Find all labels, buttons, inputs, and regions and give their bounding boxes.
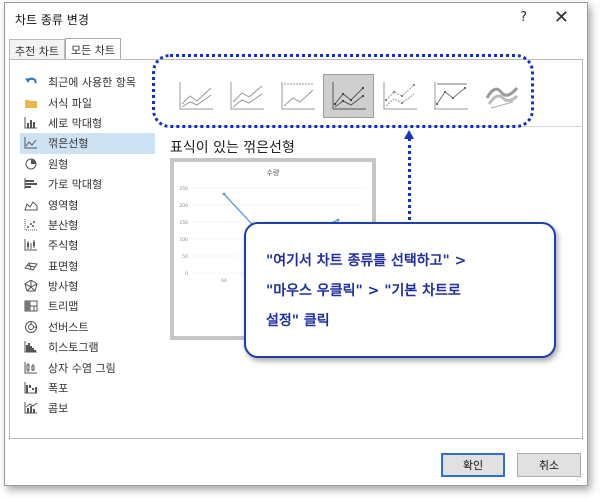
stock-chart-icon	[24, 239, 38, 251]
chart-type-treemap[interactable]: 트리맵	[20, 296, 155, 316]
help-button[interactable]: ?	[520, 10, 527, 25]
chart-type-radar[interactable]: 방사형	[20, 276, 155, 296]
cancel-button[interactable]: 취소	[517, 453, 581, 477]
preview-y-tick: 150	[179, 220, 188, 226]
chart-type-histogram[interactable]: 히스토그램	[20, 337, 155, 357]
folder-icon	[24, 97, 38, 109]
instruction-callout: "여기서 차트 종류를 선택하고" > "마우스 우클릭" > "기본 차트로 …	[244, 222, 556, 358]
pie-chart-icon	[24, 158, 38, 170]
chart-type-label: 상자 수염 그림	[48, 361, 116, 375]
preview-marker	[336, 218, 340, 222]
ok-button[interactable]: 확인	[441, 453, 505, 477]
chart-type-bar[interactable]: 가로 막대형	[20, 174, 155, 194]
waterfall-icon	[24, 382, 38, 394]
chart-type-label: 분산형	[48, 218, 79, 232]
chart-type-label: 원형	[48, 157, 69, 171]
combo-chart-icon	[24, 402, 38, 414]
chart-type-area[interactable]: 영역형	[20, 194, 155, 214]
chart-type-label: 선버스트	[48, 320, 89, 334]
bar-chart-icon	[24, 178, 38, 190]
callout-line: "마우스 우클릭" > "기본 차트로	[266, 283, 461, 299]
chart-type-box-whisker[interactable]: 상자 수염 그림	[20, 357, 155, 377]
chart-type-label: 콤보	[48, 402, 69, 416]
undo-icon	[24, 76, 38, 88]
chart-type-label: 영역형	[48, 198, 79, 212]
chart-type-label: 가로 막대형	[48, 178, 103, 192]
close-button[interactable]: ✕	[554, 7, 569, 28]
chart-type-label: 주식형	[48, 239, 79, 253]
preview-y-tick: 50	[182, 254, 188, 260]
chart-type-label: 방사형	[48, 280, 79, 294]
chart-type-label: 최근에 사용한 항목	[48, 76, 136, 90]
callout-line: 설정" 클릭	[266, 313, 330, 329]
tab-all-charts[interactable]: 모든 차트	[64, 38, 121, 60]
chart-type-surface[interactable]: 표면형	[20, 256, 155, 276]
chart-type-waterfall[interactable]: 폭포	[20, 378, 155, 398]
chart-type-list: 최근에 사용한 항목 서식 파일 세로 막대형 꺾은선형 원형 가로 막대형 영…	[20, 72, 155, 419]
chart-type-label: 히스토그램	[48, 341, 99, 355]
preview-y-tick: 200	[179, 203, 188, 209]
tab-recommended-charts[interactable]: 추천 차트	[9, 39, 65, 59]
chart-type-templates[interactable]: 서식 파일	[20, 92, 155, 112]
chart-type-label: 표면형	[48, 259, 79, 273]
callout-arrow	[408, 138, 411, 220]
chart-type-label: 꺾은선형	[48, 137, 89, 151]
box-whisker-icon	[24, 361, 38, 374]
chart-type-sunburst[interactable]: 선버스트	[20, 317, 155, 337]
radar-chart-icon	[24, 280, 38, 292]
chart-type-combo[interactable]: 콤보	[20, 398, 155, 418]
dialog-title: 차트 종류 변경	[15, 13, 89, 27]
preview-y-tick: 100	[179, 237, 188, 243]
preview-y-tick: 0	[185, 271, 188, 277]
histogram-icon	[24, 341, 38, 353]
sunburst-icon	[24, 320, 38, 333]
chart-type-recent[interactable]: 최근에 사용한 항목	[20, 72, 155, 92]
chart-type-label: 세로 막대형	[48, 116, 103, 130]
surface-chart-icon	[24, 260, 38, 272]
chart-type-label: 트리맵	[48, 300, 79, 314]
subtype-highlight	[152, 54, 534, 128]
treemap-icon	[24, 300, 38, 312]
tab-strip: 추천 차트 모든 차트	[9, 38, 121, 60]
resize-grip[interactable]: ⋰	[576, 473, 584, 482]
line-chart-icon	[24, 137, 38, 149]
chart-type-stock[interactable]: 주식형	[20, 235, 155, 255]
scatter-chart-icon	[24, 218, 38, 231]
chart-type-column[interactable]: 세로 막대형	[20, 113, 155, 133]
callout-line: "여기서 차트 종류를 선택하고" >	[266, 253, 467, 269]
chart-type-pie[interactable]: 원형	[20, 154, 155, 174]
chart-type-label: 서식 파일	[48, 96, 92, 110]
area-chart-icon	[24, 199, 38, 211]
preview-marker	[222, 192, 226, 196]
chart-type-label: 폭포	[48, 382, 69, 396]
title-bar: 차트 종류 변경 ? ✕	[5, 3, 587, 33]
selected-subtype-name: 표식이 있는 꺾은선형	[170, 140, 295, 156]
column-chart-icon	[24, 116, 38, 129]
chart-type-scatter[interactable]: 분산형	[20, 215, 155, 235]
preview-y-tick: 250	[179, 186, 188, 192]
chart-type-line[interactable]: 꺾은선형	[20, 133, 155, 154]
preview-x-tick: AA	[221, 278, 228, 284]
